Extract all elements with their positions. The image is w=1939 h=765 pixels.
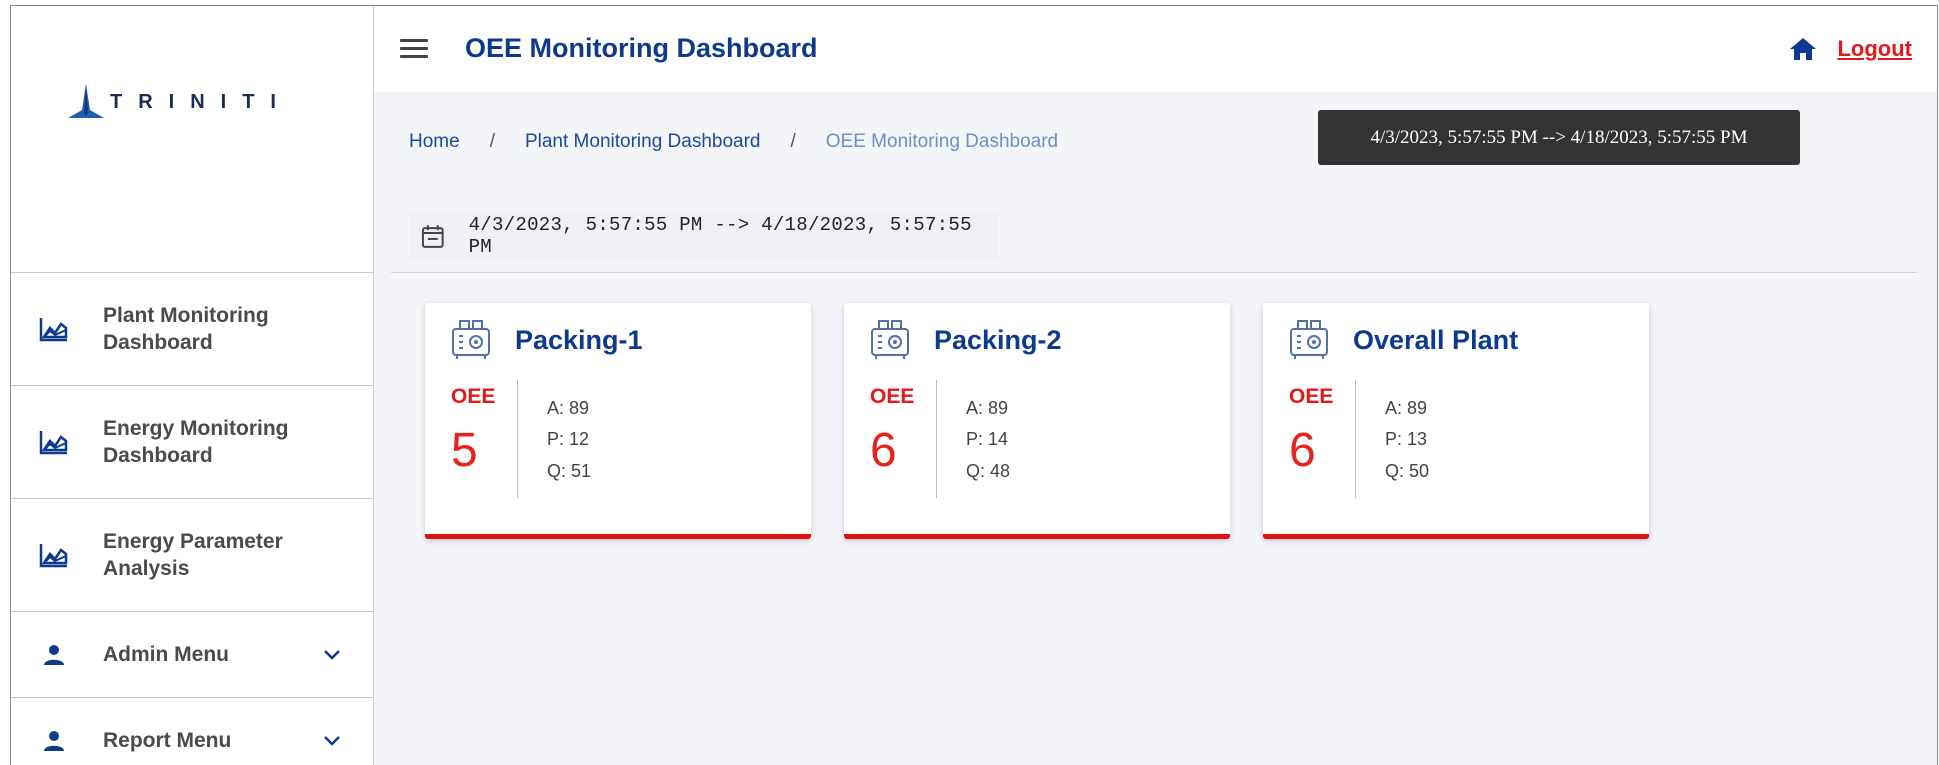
oee-card-overall-plant[interactable]: Overall Plant OEE 6 A: 89 P: 13 Q: 50 [1263,303,1649,539]
date-range-text: 4/3/2023, 5:57:55 PM --> 4/18/2023, 5:57… [468,214,972,258]
quality-value: Q: 48 [966,461,1011,481]
oee-value: 5 [451,424,478,477]
app-window: TRINITI Plant Monitoring Dashboard Energ… [10,5,1938,765]
sidebar-nav: Plant Monitoring Dashboard Energy Monito… [11,272,373,765]
oee-card-packing-2[interactable]: Packing-2 OEE 6 A: 89 P: 14 Q: 48 [844,303,1230,539]
oee-value: 6 [870,424,897,477]
breadcrumb-separator: / [489,131,495,152]
home-icon[interactable] [1789,36,1817,62]
top-header: OEE Monitoring Dashboard Logout [374,6,1937,92]
breadcrumb-plant-monitoring[interactable]: Plant Monitoring Dashboard [525,131,761,153]
breadcrumb-separator: / [790,131,796,152]
sidebar-item-admin-menu[interactable]: Admin Menu [11,611,373,697]
availability-value: A: 89 [547,398,590,418]
divider [1355,380,1356,498]
sidebar-item-report-menu[interactable]: Report Menu [11,697,373,765]
calendar-icon [421,225,444,248]
divider [517,380,518,498]
quality-value: Q: 51 [547,461,592,481]
machine-icon [871,320,909,359]
menu-icon[interactable] [400,39,428,59]
machine-icon [1290,320,1328,359]
card-title: Packing-1 [515,325,643,355]
card-title: Overall Plant [1353,325,1519,355]
oee-value: 6 [1289,424,1316,477]
sidebar-item-energy-parameter[interactable]: Energy Parameter Analysis [11,498,373,611]
oee-label: OEE [870,385,915,408]
sidebar: TRINITI Plant Monitoring Dashboard Energ… [11,6,374,765]
sidebar-item-label: Plant Monitoring Dashboard [103,304,269,354]
breadcrumb: Home / Plant Monitoring Dashboard / OEE … [409,131,1058,153]
person-icon [39,640,69,670]
brand-logo[interactable]: TRINITI [66,78,292,126]
chevron-down-icon[interactable] [323,731,343,751]
sidebar-item-energy-monitoring[interactable]: Energy Monitoring Dashboard [11,385,373,498]
performance-value: P: 14 [966,429,1009,449]
availability-value: A: 89 [1385,398,1428,418]
date-range-picker[interactable]: 4/3/2023, 5:57:55 PM --> 4/18/2023, 5:57… [409,212,999,260]
sidebar-item-label: Report Menu [103,729,232,752]
performance-value: P: 13 [1385,429,1428,449]
card-title: Packing-2 [934,325,1062,355]
availability-value: A: 89 [966,398,1009,418]
sidebar-item-label: Energy Monitoring Dashboard [103,417,289,467]
chart-area-icon [39,540,69,570]
sidebar-item-label: Admin Menu [103,643,229,666]
chevron-down-icon[interactable] [323,645,343,665]
triniti-logo-icon [68,84,104,118]
oee-label: OEE [451,385,496,408]
page-title: OEE Monitoring Dashboard [465,33,818,63]
quality-value: Q: 50 [1385,461,1430,481]
chart-area-icon [39,427,69,457]
breadcrumb-current: OEE Monitoring Dashboard [825,131,1059,152]
chart-area-icon [39,314,69,344]
logout-link[interactable]: Logout [1837,36,1912,62]
oee-label: OEE [1289,385,1334,408]
person-icon [39,726,69,756]
sidebar-item-label: Energy Parameter Analysis [103,530,283,580]
divider [391,272,1917,273]
brand-name: TRINITI [110,90,292,113]
divider [936,380,937,498]
sidebar-item-plant-monitoring[interactable]: Plant Monitoring Dashboard [11,272,373,385]
oee-card-packing-1[interactable]: Packing-1 OEE 5 A: 89 P: 12 Q: 51 [425,303,811,539]
machine-icon [452,320,490,359]
performance-value: P: 12 [547,429,590,449]
date-range-tooltip: 4/3/2023, 5:57:55 PM --> 4/18/2023, 5:57… [1318,110,1800,165]
breadcrumb-home[interactable]: Home [409,131,460,153]
